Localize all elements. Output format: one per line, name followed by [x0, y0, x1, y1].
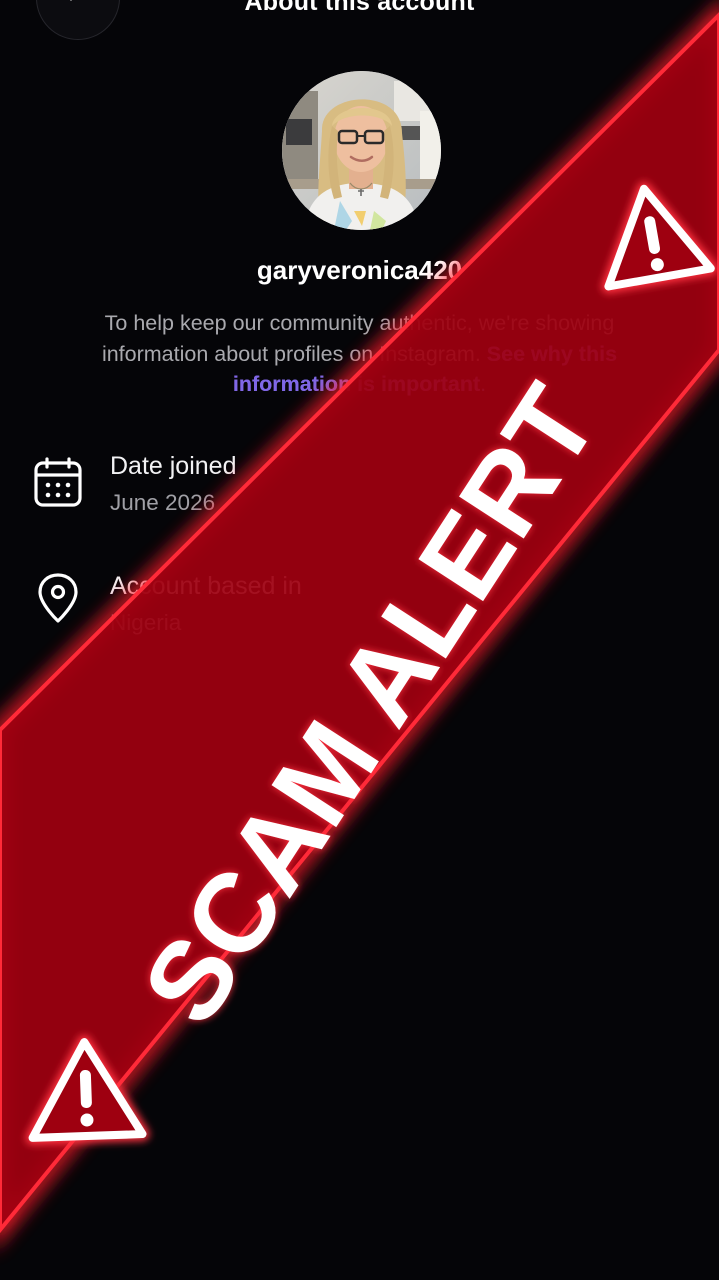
link-suffix: . — [480, 372, 487, 396]
account-based-in-label: Account based in — [110, 572, 302, 600]
screen: About this account garyveronica420 To he… — [0, 0, 719, 1280]
location-pin-icon — [38, 573, 78, 623]
date-joined-label: Date joined — [110, 452, 237, 480]
calendar-icon — [34, 457, 82, 507]
info-description: To help keep our community authentic, we… — [70, 308, 649, 400]
page-title: About this account — [244, 0, 475, 16]
account-based-in-row: Account based in Nigeria — [0, 572, 719, 652]
profile-photo — [282, 71, 441, 230]
avatar[interactable] — [282, 71, 441, 230]
date-joined-value: June 2026 — [110, 490, 216, 515]
account-based-in-value: Nigeria — [110, 610, 182, 635]
username: garyveronica420 — [256, 255, 463, 285]
warning-triangle-icon — [25, 1035, 150, 1145]
date-joined-row: Date joined June 2026 — [0, 452, 719, 532]
